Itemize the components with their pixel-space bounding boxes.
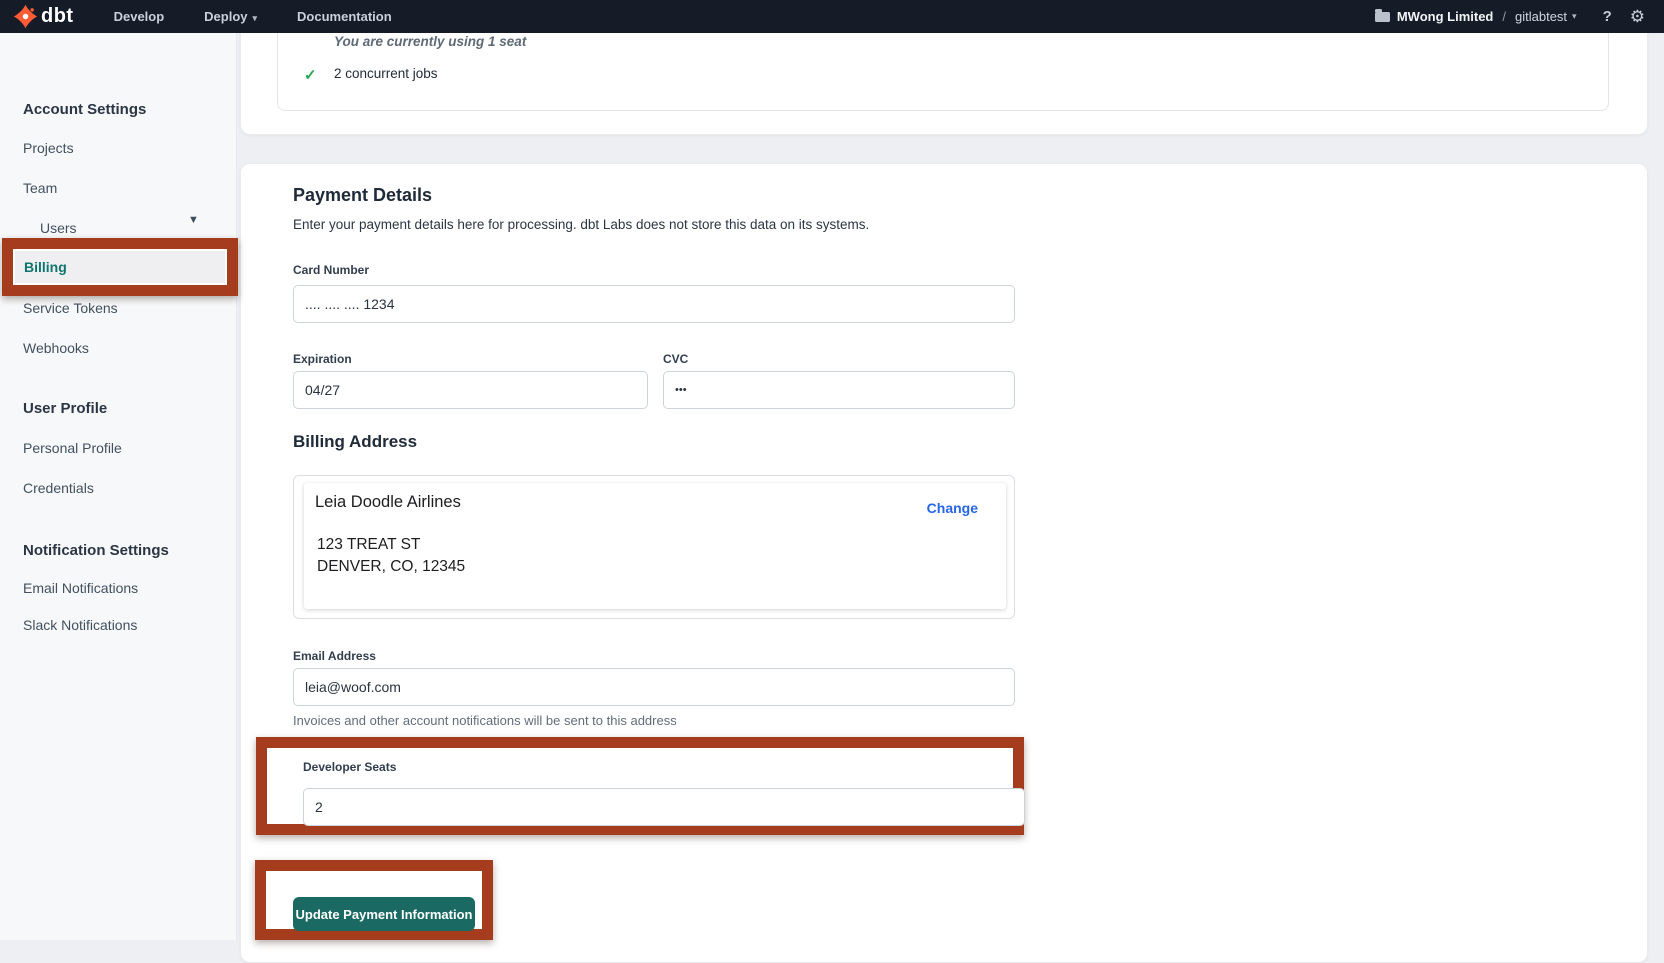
developer-seats-input[interactable]: 2 [303,788,1025,826]
folder-icon [1375,12,1390,22]
billing-address-lines: 123 TREAT ST DENVER, CO, 12345 [317,534,465,577]
annotation-box-developer-seats: Developer Seats 2 [256,737,1024,835]
billing-address-card: Leia Doodle Airlines Change 123 TREAT ST… [304,483,1006,609]
chevron-down-icon[interactable]: ▾ [1572,11,1577,22]
annotation-box-billing: Billing [2,238,238,296]
help-icon[interactable]: ? [1603,8,1612,25]
nav-item-deploy-label: Deploy [204,9,247,24]
org-name[interactable]: MWong Limited [1397,9,1494,24]
sidebar-item-webhooks[interactable]: Webhooks [23,340,89,356]
developer-seats-label: Developer Seats [303,760,396,774]
sidebar-item-billing-active[interactable]: Billing [15,251,225,283]
sidebar-item-projects[interactable]: Projects [23,140,74,156]
expiration-input[interactable]: 04/27 [293,371,648,409]
card-number-label: Card Number [293,263,369,277]
sidebar-item-service-tokens[interactable]: Service Tokens [23,300,118,316]
cvc-input[interactable]: ••• [663,371,1015,409]
navbar-account-area: MWong Limited / gitlabtest ▾ ? ⚙ [1375,0,1645,33]
card-number-input[interactable]: .... .... .... 1234 [293,285,1015,323]
nav-item-develop[interactable]: Develop [114,9,165,24]
org-project-separator: / [1502,9,1506,24]
email-address-label: Email Address [293,649,376,663]
billing-address-heading: Billing Address [293,432,417,452]
navbar-left: dbt Develop Deploy ▾ Documentation [0,4,392,29]
billing-address-box: Leia Doodle Airlines Change 123 TREAT ST… [293,475,1015,619]
sidebar-item-users[interactable]: Users [40,220,77,236]
sidebar-item-slack-notifications[interactable]: Slack Notifications [23,617,137,633]
cvc-label: CVC [663,352,688,366]
nav-item-documentation[interactable]: Documentation [297,9,392,24]
sidebar-item-email-notifications[interactable]: Email Notifications [23,580,138,596]
sidebar-item-credentials[interactable]: Credentials [23,480,94,496]
annotation-box-update-button: Update Payment Information [255,860,493,940]
project-selector[interactable]: gitlabtest [1515,9,1567,24]
sidebar-item-team[interactable]: Team [23,180,57,196]
sidebar-item-personal-profile[interactable]: Personal Profile [23,440,122,456]
sidebar-item-billing[interactable]: Billing [24,251,67,283]
nav-item-deploy[interactable]: Deploy ▾ [204,9,257,24]
update-payment-button[interactable]: Update Payment Information [293,897,475,931]
dbt-logo-text[interactable]: dbt [41,5,74,28]
email-address-input[interactable]: leia@woof.com [293,668,1015,706]
billing-form-card: Payment Details Enter your payment detai… [240,163,1648,963]
billing-address-company: Leia Doodle Airlines [315,493,461,512]
check-icon: ✓ [304,66,317,84]
payment-details-subtitle: Enter your payment details here for proc… [293,217,869,232]
sidebar-heading-account-settings: Account Settings [23,101,146,118]
billing-address-line1: 123 TREAT ST [317,534,465,556]
gear-icon[interactable]: ⚙ [1630,8,1645,25]
caret-down-icon[interactable]: ▼ [188,214,199,226]
settings-sidebar: Account Settings Projects Team ▼ Users S… [0,33,237,940]
seat-usage-note: You are currently using 1 seat [334,34,526,49]
dbt-logo-icon[interactable] [13,4,38,29]
sidebar-heading-notification-settings: Notification Settings [23,542,169,559]
concurrent-jobs-text: 2 concurrent jobs [334,66,438,81]
billing-address-line2: DENVER, CO, 12345 [317,556,465,578]
expiration-label: Expiration [293,352,352,366]
top-navbar: dbt Develop Deploy ▾ Documentation MWong … [0,0,1664,33]
change-address-link[interactable]: Change [927,500,978,516]
sidebar-heading-user-profile: User Profile [23,400,107,417]
email-helper-text: Invoices and other account notifications… [293,713,677,728]
payment-details-heading: Payment Details [293,185,432,206]
chevron-down-icon: ▾ [253,13,258,23]
